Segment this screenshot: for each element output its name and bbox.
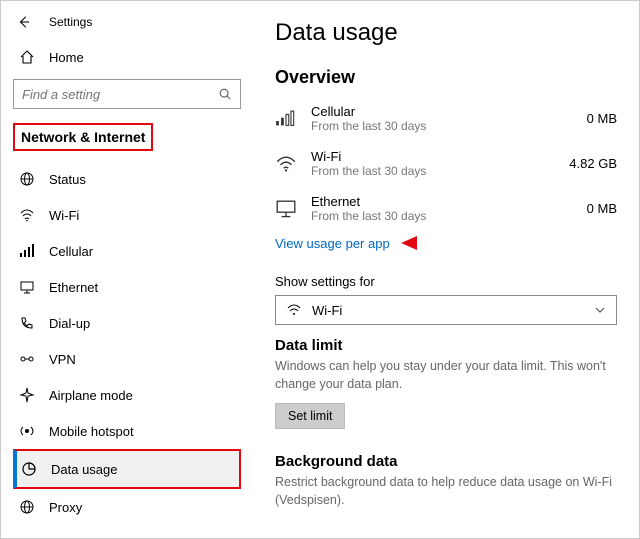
- nav-vpn[interactable]: VPN: [13, 341, 241, 377]
- ethernet-icon: [275, 199, 297, 219]
- show-settings-select[interactable]: Wi-Fi: [275, 295, 617, 325]
- ethernet-icon: [19, 279, 35, 295]
- select-value: Wi-Fi: [312, 303, 594, 318]
- home-label: Home: [49, 50, 84, 65]
- category-heading: Network & Internet: [13, 123, 153, 151]
- back-icon[interactable]: [17, 15, 31, 29]
- nav-label: Ethernet: [49, 280, 98, 295]
- globe-icon: [19, 171, 35, 187]
- search-icon: [218, 87, 232, 101]
- app-title: Settings: [49, 15, 92, 29]
- nav-airplane[interactable]: Airplane mode: [13, 377, 241, 413]
- airplane-icon: [19, 387, 35, 403]
- sidebar: Settings Home Network & Internet Status: [1, 1, 253, 538]
- overview-item-sub: From the last 30 days: [311, 164, 555, 178]
- main-content: Data usage Overview Cellular From the la…: [253, 1, 639, 538]
- overview-item-sub: From the last 30 days: [311, 209, 573, 223]
- nav-label: Cellular: [49, 244, 93, 259]
- nav-dialup[interactable]: Dial-up: [13, 305, 241, 341]
- home-icon: [19, 49, 35, 65]
- nav-label: Dial-up: [49, 316, 90, 331]
- overview-heading: Overview: [275, 67, 617, 88]
- search-input[interactable]: [22, 87, 218, 102]
- hotspot-icon: [19, 423, 35, 439]
- overview-item-value: 4.82 GB: [569, 156, 617, 171]
- nav-cellular[interactable]: Cellular: [13, 233, 241, 269]
- overview-item-sub: From the last 30 days: [311, 119, 573, 133]
- nav-label: Status: [49, 172, 86, 187]
- data-usage-icon: [21, 461, 37, 477]
- data-limit-desc: Windows can help you stay under your dat…: [275, 358, 617, 393]
- cellular-icon: [19, 243, 35, 259]
- overview-item-name: Cellular: [311, 104, 573, 119]
- nav-label: Data usage: [51, 462, 118, 477]
- cellular-icon: [275, 110, 297, 128]
- data-limit-heading: Data limit: [275, 337, 617, 354]
- nav-label: Mobile hotspot: [49, 424, 134, 439]
- wifi-icon: [286, 302, 302, 318]
- nav-data-usage[interactable]: Data usage: [13, 449, 241, 489]
- overview-item-name: Ethernet: [311, 194, 573, 209]
- nav-label: Wi-Fi: [49, 208, 79, 223]
- nav-proxy[interactable]: Proxy: [13, 489, 241, 525]
- wifi-icon: [19, 207, 35, 223]
- background-heading: Background data: [275, 453, 617, 470]
- nav-label: VPN: [49, 352, 76, 367]
- show-settings-label: Show settings for: [275, 274, 617, 289]
- nav-wifi[interactable]: Wi-Fi: [13, 197, 241, 233]
- chevron-down-icon: [594, 304, 606, 316]
- nav-ethernet[interactable]: Ethernet: [13, 269, 241, 305]
- title-bar: Settings: [13, 11, 241, 39]
- home-nav[interactable]: Home: [13, 39, 241, 79]
- overview-item-value: 0 MB: [587, 111, 617, 126]
- page-title: Data usage: [275, 19, 617, 47]
- overview-item-name: Wi-Fi: [311, 149, 555, 164]
- background-desc: Restrict background data to help reduce …: [275, 474, 617, 509]
- proxy-icon: [19, 499, 35, 515]
- set-limit-button[interactable]: Set limit: [275, 403, 345, 429]
- overview-cellular: Cellular From the last 30 days 0 MB: [275, 98, 617, 143]
- overview-ethernet: Ethernet From the last 30 days 0 MB: [275, 188, 617, 233]
- annotation-arrow-icon: [401, 233, 441, 256]
- overview-item-value: 0 MB: [587, 201, 617, 216]
- overview-wifi: Wi-Fi From the last 30 days 4.82 GB: [275, 143, 617, 188]
- nav-hotspot[interactable]: Mobile hotspot: [13, 413, 241, 449]
- nav-label: Airplane mode: [49, 388, 133, 403]
- vpn-icon: [19, 351, 35, 367]
- nav-status[interactable]: Status: [13, 161, 241, 197]
- view-usage-link[interactable]: View usage per app: [275, 236, 390, 251]
- phone-icon: [19, 315, 35, 331]
- search-box[interactable]: [13, 79, 241, 109]
- wifi-icon: [275, 155, 297, 173]
- nav-label: Proxy: [49, 500, 82, 515]
